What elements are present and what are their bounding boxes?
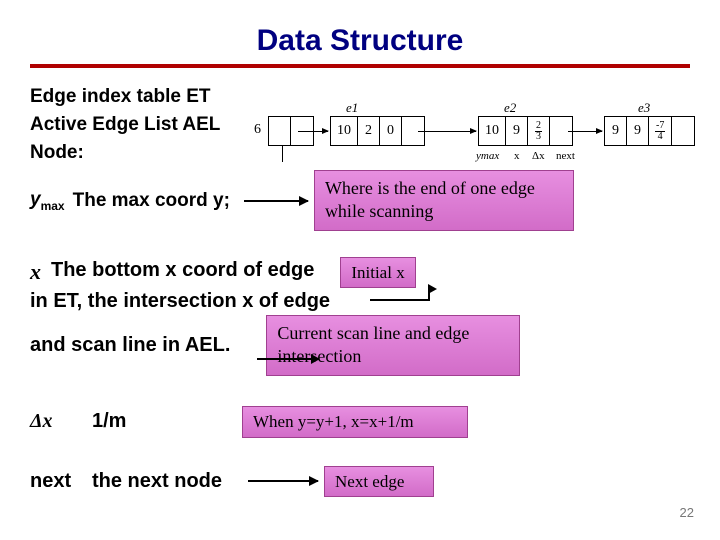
diagram-label-e3: e3 [638, 100, 650, 116]
connector-line [257, 358, 313, 360]
slide-content: Edge index table ET Active Edge List AEL… [0, 86, 720, 497]
dx-label: Δx [30, 410, 92, 433]
line-et: Edge index table ET [30, 86, 690, 108]
next-label: next [30, 470, 92, 493]
arrowhead-icon [311, 354, 320, 364]
dx-value: 1/m [92, 410, 242, 433]
legend-dx: Δx [532, 150, 545, 162]
legend-ymax: ymax [476, 150, 499, 162]
x-line3: and scan line in AEL. [30, 332, 230, 359]
arrow-icon [568, 131, 602, 132]
ymax-desc: The max coord y; [73, 190, 230, 212]
title-divider [30, 64, 690, 68]
callout-current: Current scan line and edge intersection [266, 315, 520, 376]
x-line1: The bottom x coord of edge [51, 257, 314, 284]
diagram-index-6: 6 [254, 122, 261, 138]
next-row: next the next node Next edge [30, 466, 690, 497]
diagram-box-3: 9 9 -74 [604, 116, 695, 146]
arrow-icon [298, 131, 328, 132]
callout-where: Where is the end of one edge while scann… [314, 170, 574, 231]
diagram-label-e1: e1 [346, 100, 358, 116]
arrow-icon [244, 200, 308, 202]
diagram-stem [282, 146, 283, 162]
slide-title: Data Structure [0, 0, 720, 64]
legend-x: x [514, 150, 520, 162]
diagram-box-2: 10 9 23 [478, 116, 573, 146]
arrow-icon [418, 131, 476, 132]
slide-number: 22 [680, 505, 694, 520]
connector-line [370, 299, 430, 301]
callout-nextedge: Next edge [324, 466, 434, 497]
x-block: x The bottom x coord of edge Initial x i… [30, 257, 690, 376]
dx-row: Δx 1/m When y=y+1, x=x+1/m [30, 406, 690, 437]
x-line2: in ET, the intersection x of edge [30, 288, 690, 315]
diagram-label-e2: e2 [504, 100, 516, 116]
arrow-icon [248, 480, 318, 482]
ymax-row: ymax The max coord y; Where is the end o… [30, 170, 690, 231]
callout-initialx: Initial x [340, 257, 415, 288]
diagram-box-1: 10 2 0 [330, 116, 425, 146]
legend-next: next [556, 150, 575, 162]
ymax-var: ymax [30, 189, 65, 213]
callout-when: When y=y+1, x=x+1/m [242, 406, 468, 437]
next-value: the next node [92, 470, 242, 493]
arrowhead-icon [428, 284, 437, 294]
x-var: x [30, 257, 41, 287]
